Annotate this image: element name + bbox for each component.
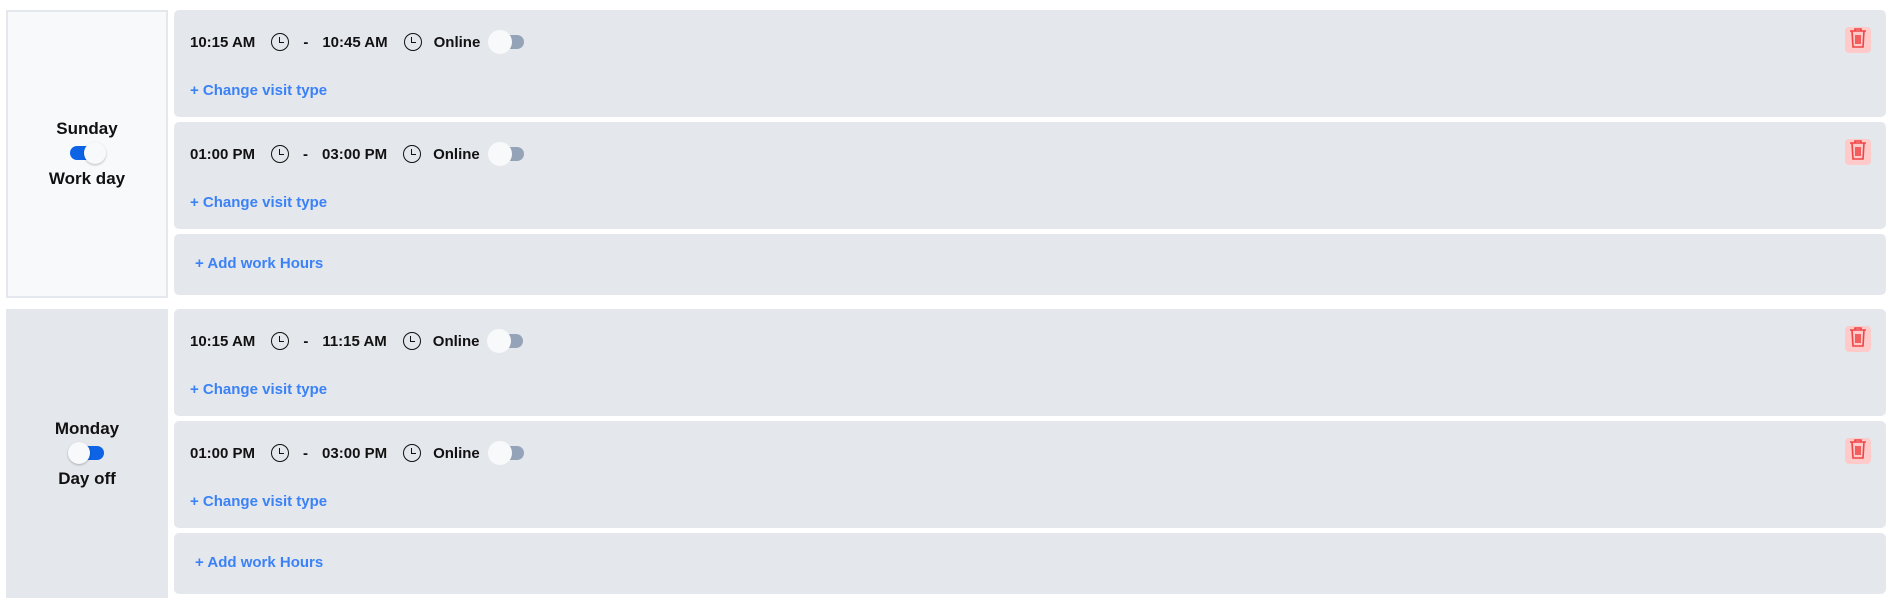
time-slot-card: 10:15 AM - 11:15 AM Online + Change visi…: [174, 309, 1886, 416]
add-work-hours-card: + Add work Hours: [174, 533, 1886, 594]
day-row-0: Sunday Work day 10:15 AM - 10:45 AM Onli…: [6, 10, 1886, 298]
clock-icon[interactable]: [271, 444, 290, 462]
toggle-knob: [84, 142, 106, 164]
day-panel: Monday Day off: [6, 309, 168, 598]
online-toggle[interactable]: [487, 329, 524, 353]
trash-icon: [1848, 139, 1868, 166]
add-work-hours-link[interactable]: + Add work Hours: [195, 554, 323, 571]
trash-icon: [1848, 326, 1868, 353]
delete-slot-button[interactable]: [1845, 438, 1871, 464]
day-name: Sunday: [56, 119, 118, 138]
day-status: Work day: [48, 169, 126, 188]
start-time[interactable]: 01:00 PM: [190, 146, 255, 163]
end-time[interactable]: 03:00 PM: [322, 146, 387, 163]
separator: -: [303, 444, 309, 462]
trash-icon: [1848, 27, 1868, 54]
toggle-knob: [487, 441, 512, 465]
clock-icon[interactable]: [403, 444, 422, 462]
slots-column: 10:15 AM - 10:45 AM Online + Change visi…: [174, 10, 1886, 298]
start-time[interactable]: 10:15 AM: [190, 34, 255, 51]
toggle-knob: [68, 441, 90, 464]
change-visit-type-link[interactable]: + Change visit type: [190, 194, 327, 211]
delete-slot-button[interactable]: [1845, 326, 1871, 352]
day-panel: Sunday Work day: [6, 10, 168, 298]
add-work-hours-link[interactable]: + Add work Hours: [195, 255, 323, 272]
slots-column: 10:15 AM - 11:15 AM Online + Change visi…: [174, 309, 1886, 598]
toggle-knob: [487, 329, 512, 353]
clock-icon[interactable]: [271, 332, 290, 350]
end-time[interactable]: 03:00 PM: [322, 445, 387, 462]
delete-slot-button[interactable]: [1845, 27, 1871, 53]
toggle-knob: [487, 142, 512, 166]
change-visit-type-link[interactable]: + Change visit type: [190, 82, 327, 99]
time-slot-card: 10:15 AM - 10:45 AM Online + Change visi…: [174, 10, 1886, 117]
change-visit-type-link[interactable]: + Change visit type: [190, 381, 327, 398]
trash-icon: [1848, 438, 1868, 465]
clock-icon[interactable]: [271, 33, 290, 51]
change-visit-type-link[interactable]: + Change visit type: [190, 493, 327, 510]
day-row-1: Monday Day off 10:15 AM - 11:15 AM Onlin…: [6, 309, 1886, 598]
workday-toggle[interactable]: [70, 142, 106, 164]
add-work-hours-card: + Add work Hours: [174, 234, 1886, 295]
clock-icon[interactable]: [402, 332, 421, 350]
time-slot-card: 01:00 PM - 03:00 PM Online + Change visi…: [174, 421, 1886, 528]
online-toggle[interactable]: [487, 441, 524, 465]
separator: -: [303, 332, 309, 350]
separator: -: [303, 145, 309, 163]
visit-type-label: Online: [433, 145, 480, 163]
online-toggle[interactable]: [487, 142, 524, 166]
delete-slot-button[interactable]: [1845, 139, 1871, 165]
clock-icon[interactable]: [403, 33, 422, 51]
visit-type-label: Online: [433, 33, 481, 51]
clock-icon[interactable]: [271, 145, 290, 163]
end-time[interactable]: 10:45 AM: [322, 34, 387, 51]
visit-type-label: Online: [433, 444, 480, 462]
time-slot-card: 01:00 PM - 03:00 PM Online + Change visi…: [174, 122, 1886, 229]
online-toggle[interactable]: [488, 30, 525, 54]
day-name: Monday: [54, 418, 120, 438]
workday-toggle[interactable]: [68, 441, 104, 464]
clock-icon[interactable]: [403, 145, 422, 163]
start-time[interactable]: 01:00 PM: [190, 445, 255, 462]
visit-type-label: Online: [432, 332, 480, 350]
end-time[interactable]: 11:15 AM: [322, 333, 386, 350]
separator: -: [303, 33, 309, 51]
toggle-knob: [488, 30, 513, 54]
start-time[interactable]: 10:15 AM: [190, 333, 255, 350]
day-status: Day off: [58, 468, 116, 488]
